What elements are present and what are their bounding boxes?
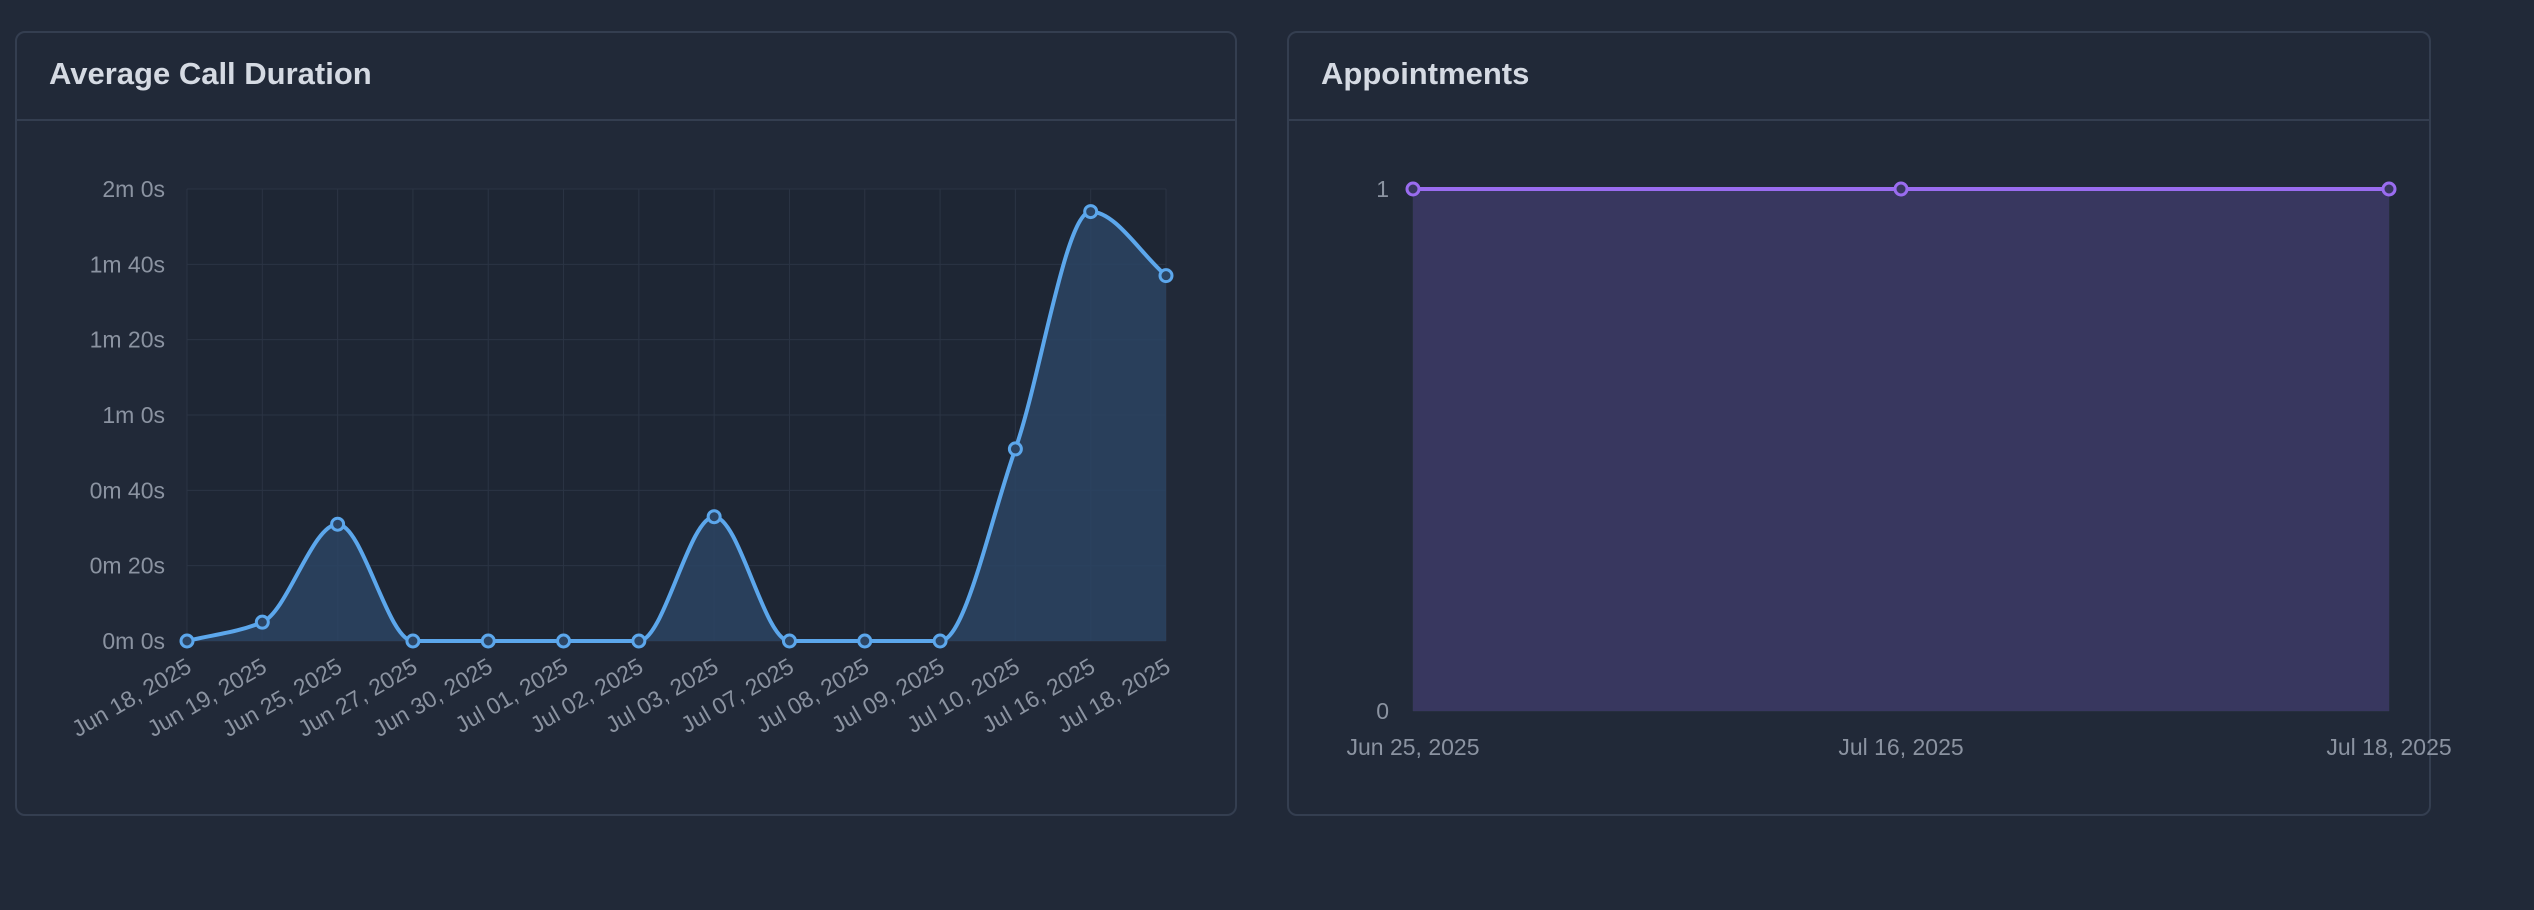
data-point <box>405 633 421 649</box>
appointments-chart: 0 1 Jun 25, 2025 Jul 16, 2025 Jul 18, 2025 <box>1346 176 2451 760</box>
data-point <box>857 633 873 649</box>
data-point <box>480 633 496 649</box>
y-tick-label: 1 <box>1376 176 1389 202</box>
data-point <box>1007 441 1023 457</box>
series-area <box>1413 189 2389 711</box>
y-tick-label: 0m 0s <box>102 628 165 654</box>
y-tick-label: 2m 0s <box>102 176 165 202</box>
data-point <box>2381 181 2397 197</box>
x-tick-label: Jul 16, 2025 <box>1838 734 1963 760</box>
data-point <box>932 633 948 649</box>
y-tick-label: 0m 20s <box>90 553 165 579</box>
data-point <box>556 633 572 649</box>
data-point <box>254 614 270 630</box>
data-point <box>330 516 346 532</box>
y-tick-label: 1m 0s <box>102 402 165 428</box>
y-tick-label: 1m 40s <box>90 251 165 277</box>
data-point <box>1405 181 1421 197</box>
x-tick-label: Jun 25, 2025 <box>1346 734 1479 760</box>
data-point <box>1893 181 1909 197</box>
y-tick-label: 1m 20s <box>90 327 165 353</box>
data-point <box>706 509 722 525</box>
duration-chart: 0m 0s0m 20s0m 40s1m 0s1m 20s1m 40s2m 0sJ… <box>67 176 1174 742</box>
data-point <box>1083 204 1099 220</box>
x-tick-label: Jul 18, 2025 <box>2326 734 2451 760</box>
data-point <box>1158 268 1174 284</box>
y-tick-label: 0 <box>1376 698 1389 724</box>
charts-canvas: 0m 0s 0m 20s 0m 40s 1m 0s 1m 20s 1m 40s 2m 0s J… <box>67 176 2451 760</box>
data-point <box>781 633 797 649</box>
data-point <box>179 633 195 649</box>
y-tick-label: 0m 40s <box>90 477 165 503</box>
data-point <box>631 633 647 649</box>
